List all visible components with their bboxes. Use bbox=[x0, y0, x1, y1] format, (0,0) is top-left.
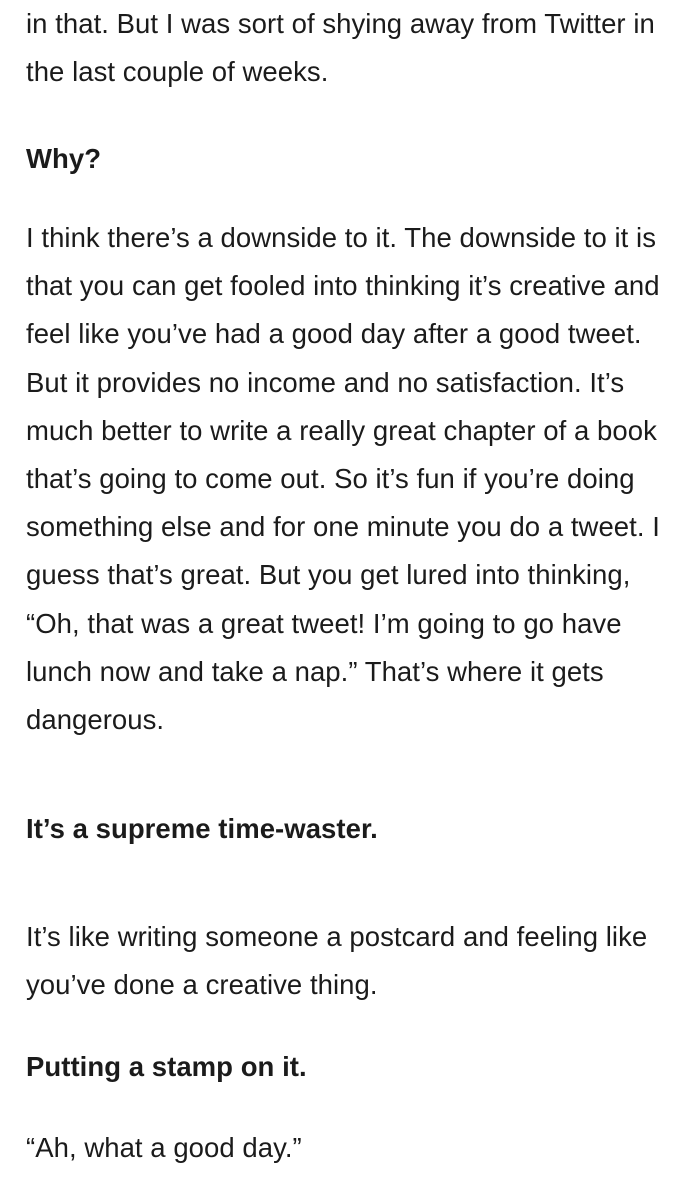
answer-text: in that. But I was sort of shying away f… bbox=[26, 8, 655, 88]
answer-text: I think there’s a downside to it. The do… bbox=[26, 222, 660, 736]
question-text: It’s a supreme time-waster. bbox=[26, 813, 378, 844]
answer-paragraph: “Ah, what a good day.” bbox=[26, 1124, 682, 1172]
answer-paragraph: It’s like writing someone a postcard and… bbox=[26, 913, 682, 1009]
question-paragraph: Putting a stamp on it. bbox=[26, 1043, 682, 1091]
question-paragraph: It’s a supreme time-waster. bbox=[26, 805, 682, 853]
answer-paragraph: in that. But I was sort of shying away f… bbox=[26, 0, 682, 96]
question-text: Putting a stamp on it. bbox=[26, 1051, 307, 1082]
question-text: Why? bbox=[26, 143, 102, 174]
question-paragraph: Why? bbox=[26, 135, 682, 183]
answer-paragraph: I think there’s a downside to it. The do… bbox=[26, 214, 682, 744]
answer-text: “Ah, what a good day.” bbox=[26, 1132, 302, 1163]
answer-text: It’s like writing someone a postcard and… bbox=[26, 921, 648, 1001]
